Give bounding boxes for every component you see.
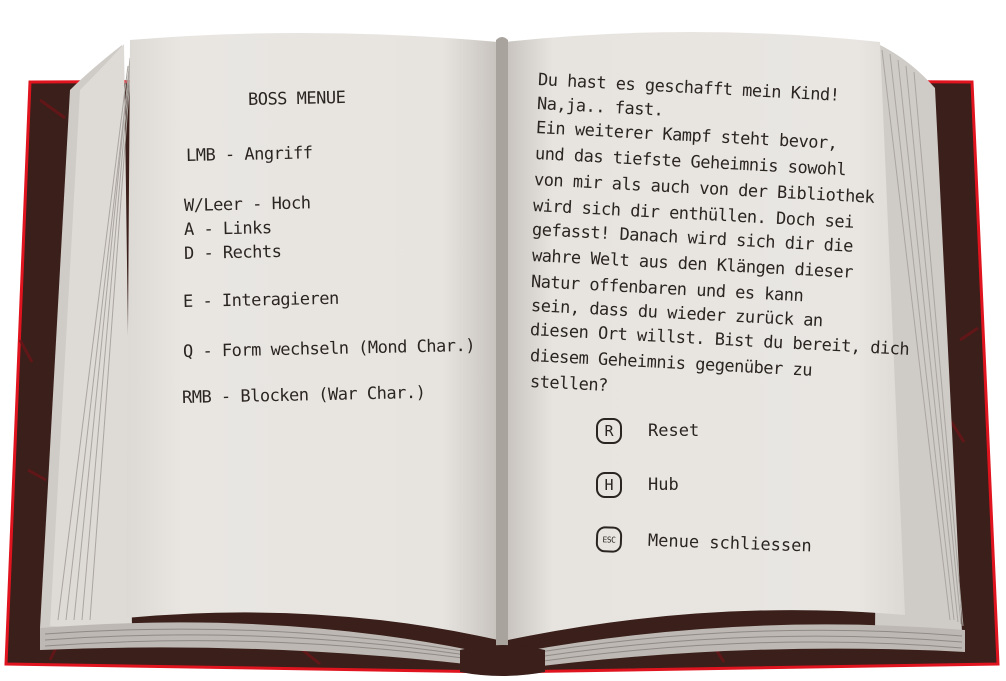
control-line-left: A - Links xyxy=(183,218,272,240)
hub-label: Hub xyxy=(648,475,679,495)
book-spine xyxy=(496,37,508,651)
r-key-icon: R xyxy=(596,418,622,444)
h-key-icon: H xyxy=(596,472,622,498)
control-line-interact: E - Interagieren xyxy=(182,288,339,312)
control-line-up: W/Leer - Hoch xyxy=(183,193,311,216)
hub-option[interactable]: H Hub xyxy=(596,472,679,498)
control-line-attack: LMB - Angriff xyxy=(185,143,313,166)
story-line: stellen? xyxy=(529,372,609,397)
close-menu-label: Menue schliessen xyxy=(647,530,812,557)
reset-option[interactable]: R Reset xyxy=(596,418,699,444)
reset-label: Reset xyxy=(648,421,700,441)
control-line-right: D - Rechts xyxy=(183,241,282,264)
esc-key-icon: ESC xyxy=(595,526,623,553)
page-title: BOSS MENUE xyxy=(247,87,346,110)
